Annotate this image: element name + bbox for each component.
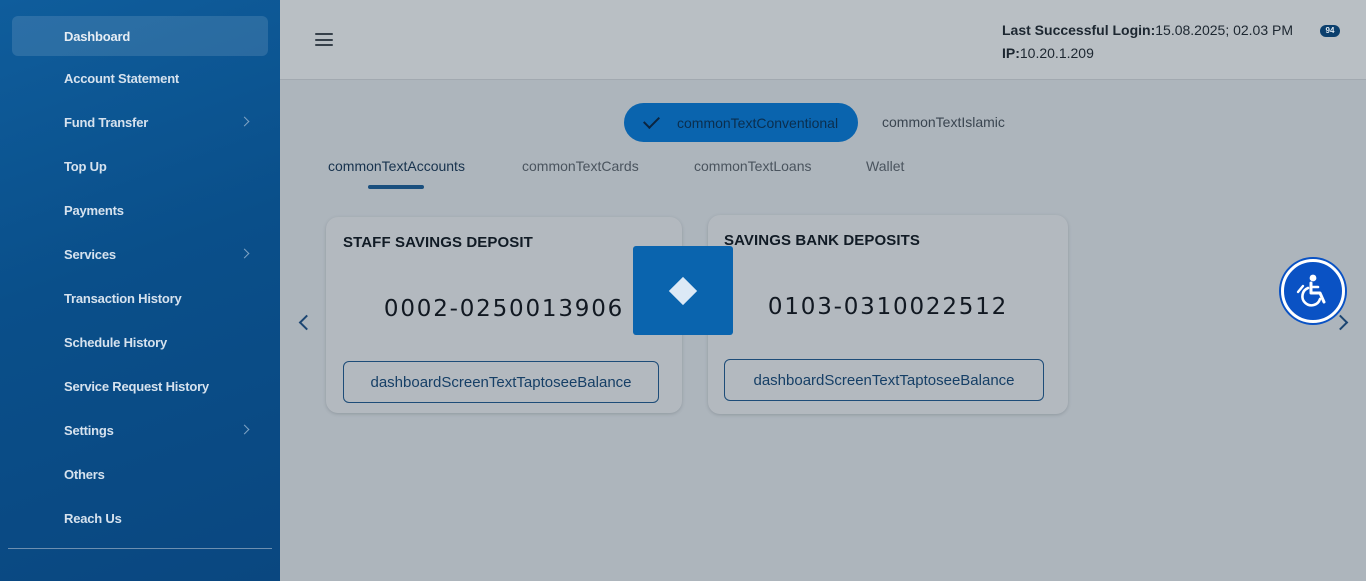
- sidebar-item-schedule-history[interactable]: Schedule History: [12, 322, 268, 362]
- sidebar-item-service-request-history[interactable]: Service Request History: [12, 366, 268, 406]
- chevron-right-icon: [239, 424, 250, 435]
- account-card: SAVINGS BANK DEPOSITS 0103-0310022512 da…: [708, 215, 1068, 414]
- sidebar-item-label: Account Statement: [64, 70, 180, 86]
- sidebar-item-label: Others: [64, 466, 105, 482]
- sidebar-item-label: Top Up: [64, 158, 107, 174]
- account-number: 0103-0310022512: [767, 294, 1009, 320]
- notification-badge[interactable]: 94: [1320, 25, 1340, 37]
- sidebar-item-account-statement[interactable]: Account Statement: [12, 58, 268, 98]
- sidebar-item-label: Payments: [64, 202, 124, 218]
- ip-value: 10.20.1.209: [1019, 45, 1094, 61]
- tap-to-see-balance-button[interactable]: dashboardScreenTextTaptoseeBalance: [343, 361, 659, 403]
- tab-wallet[interactable]: Wallet: [866, 158, 904, 174]
- sidebar-item-label: Settings: [64, 422, 114, 438]
- tab-loans[interactable]: commonTextLoans: [694, 158, 812, 174]
- top-bar: Last Successful Login:15.08.2025; 02.03 …: [280, 0, 1366, 80]
- sidebar-item-settings[interactable]: Settings: [12, 410, 268, 450]
- sidebar-item-label: Reach Us: [64, 510, 122, 526]
- sidebar-divider: [8, 548, 272, 549]
- sidebar-item-services[interactable]: Services: [12, 234, 268, 274]
- sidebar-item-fund-transfer[interactable]: Fund Transfer: [12, 102, 268, 142]
- sidebar-item-transaction-history[interactable]: Transaction History: [12, 278, 268, 318]
- sidebar-item-dashboard[interactable]: Dashboard: [12, 16, 268, 56]
- segment-islamic[interactable]: commonTextIslamic: [882, 114, 1005, 130]
- segment-label: commonTextConventional: [677, 114, 839, 131]
- sidebar-item-label: Services: [64, 246, 116, 262]
- hamburger-icon[interactable]: [315, 33, 333, 46]
- account-number: 0002-0250013906: [383, 296, 625, 322]
- tap-to-see-balance-button[interactable]: dashboardScreenTextTaptoseeBalance: [724, 359, 1044, 401]
- last-login-value: 15.08.2025; 02.03 PM: [1155, 22, 1294, 38]
- sidebar-item-top-up[interactable]: Top Up: [12, 146, 268, 186]
- ip-label: IP:: [1002, 45, 1020, 61]
- account-type: STAFF SAVINGS DEPOSIT: [343, 234, 533, 251]
- sidebar-item-others[interactable]: Others: [12, 454, 268, 494]
- sidebar: Dashboard Account Statement Fund Transfe…: [0, 0, 280, 581]
- accessibility-button[interactable]: [1281, 259, 1345, 323]
- sidebar-item-label: Dashboard: [64, 28, 131, 44]
- active-tab-indicator: [368, 185, 424, 189]
- sidebar-item-label: Service Request History: [64, 378, 209, 394]
- sidebar-item-payments[interactable]: Payments: [12, 190, 268, 230]
- segment-conventional[interactable]: commonTextConventional: [624, 103, 858, 142]
- sidebar-item-label: Transaction History: [64, 290, 182, 306]
- tab-cards[interactable]: commonTextCards: [522, 158, 639, 174]
- account-card: STAFF SAVINGS DEPOSIT 0002-0250013906 da…: [326, 217, 682, 413]
- loading-spinner: [633, 246, 733, 335]
- check-icon: [643, 112, 660, 129]
- sidebar-item-reach-us[interactable]: Reach Us: [12, 498, 268, 538]
- tab-accounts[interactable]: commonTextAccounts: [328, 158, 465, 174]
- chevron-left-icon[interactable]: [298, 314, 315, 331]
- chevron-right-icon: [239, 116, 250, 127]
- chevron-right-icon: [239, 248, 250, 259]
- sidebar-item-label: Schedule History: [64, 334, 167, 350]
- account-type: SAVINGS BANK DEPOSITS: [724, 232, 921, 249]
- diamond-loader-icon: [668, 276, 698, 306]
- login-info: Last Successful Login:15.08.2025; 02.03 …: [1002, 19, 1293, 65]
- accessibility-wheelchair-icon: [1296, 274, 1326, 307]
- sidebar-item-label: Fund Transfer: [64, 114, 149, 130]
- last-login-label: Last Successful Login:: [1002, 22, 1156, 38]
